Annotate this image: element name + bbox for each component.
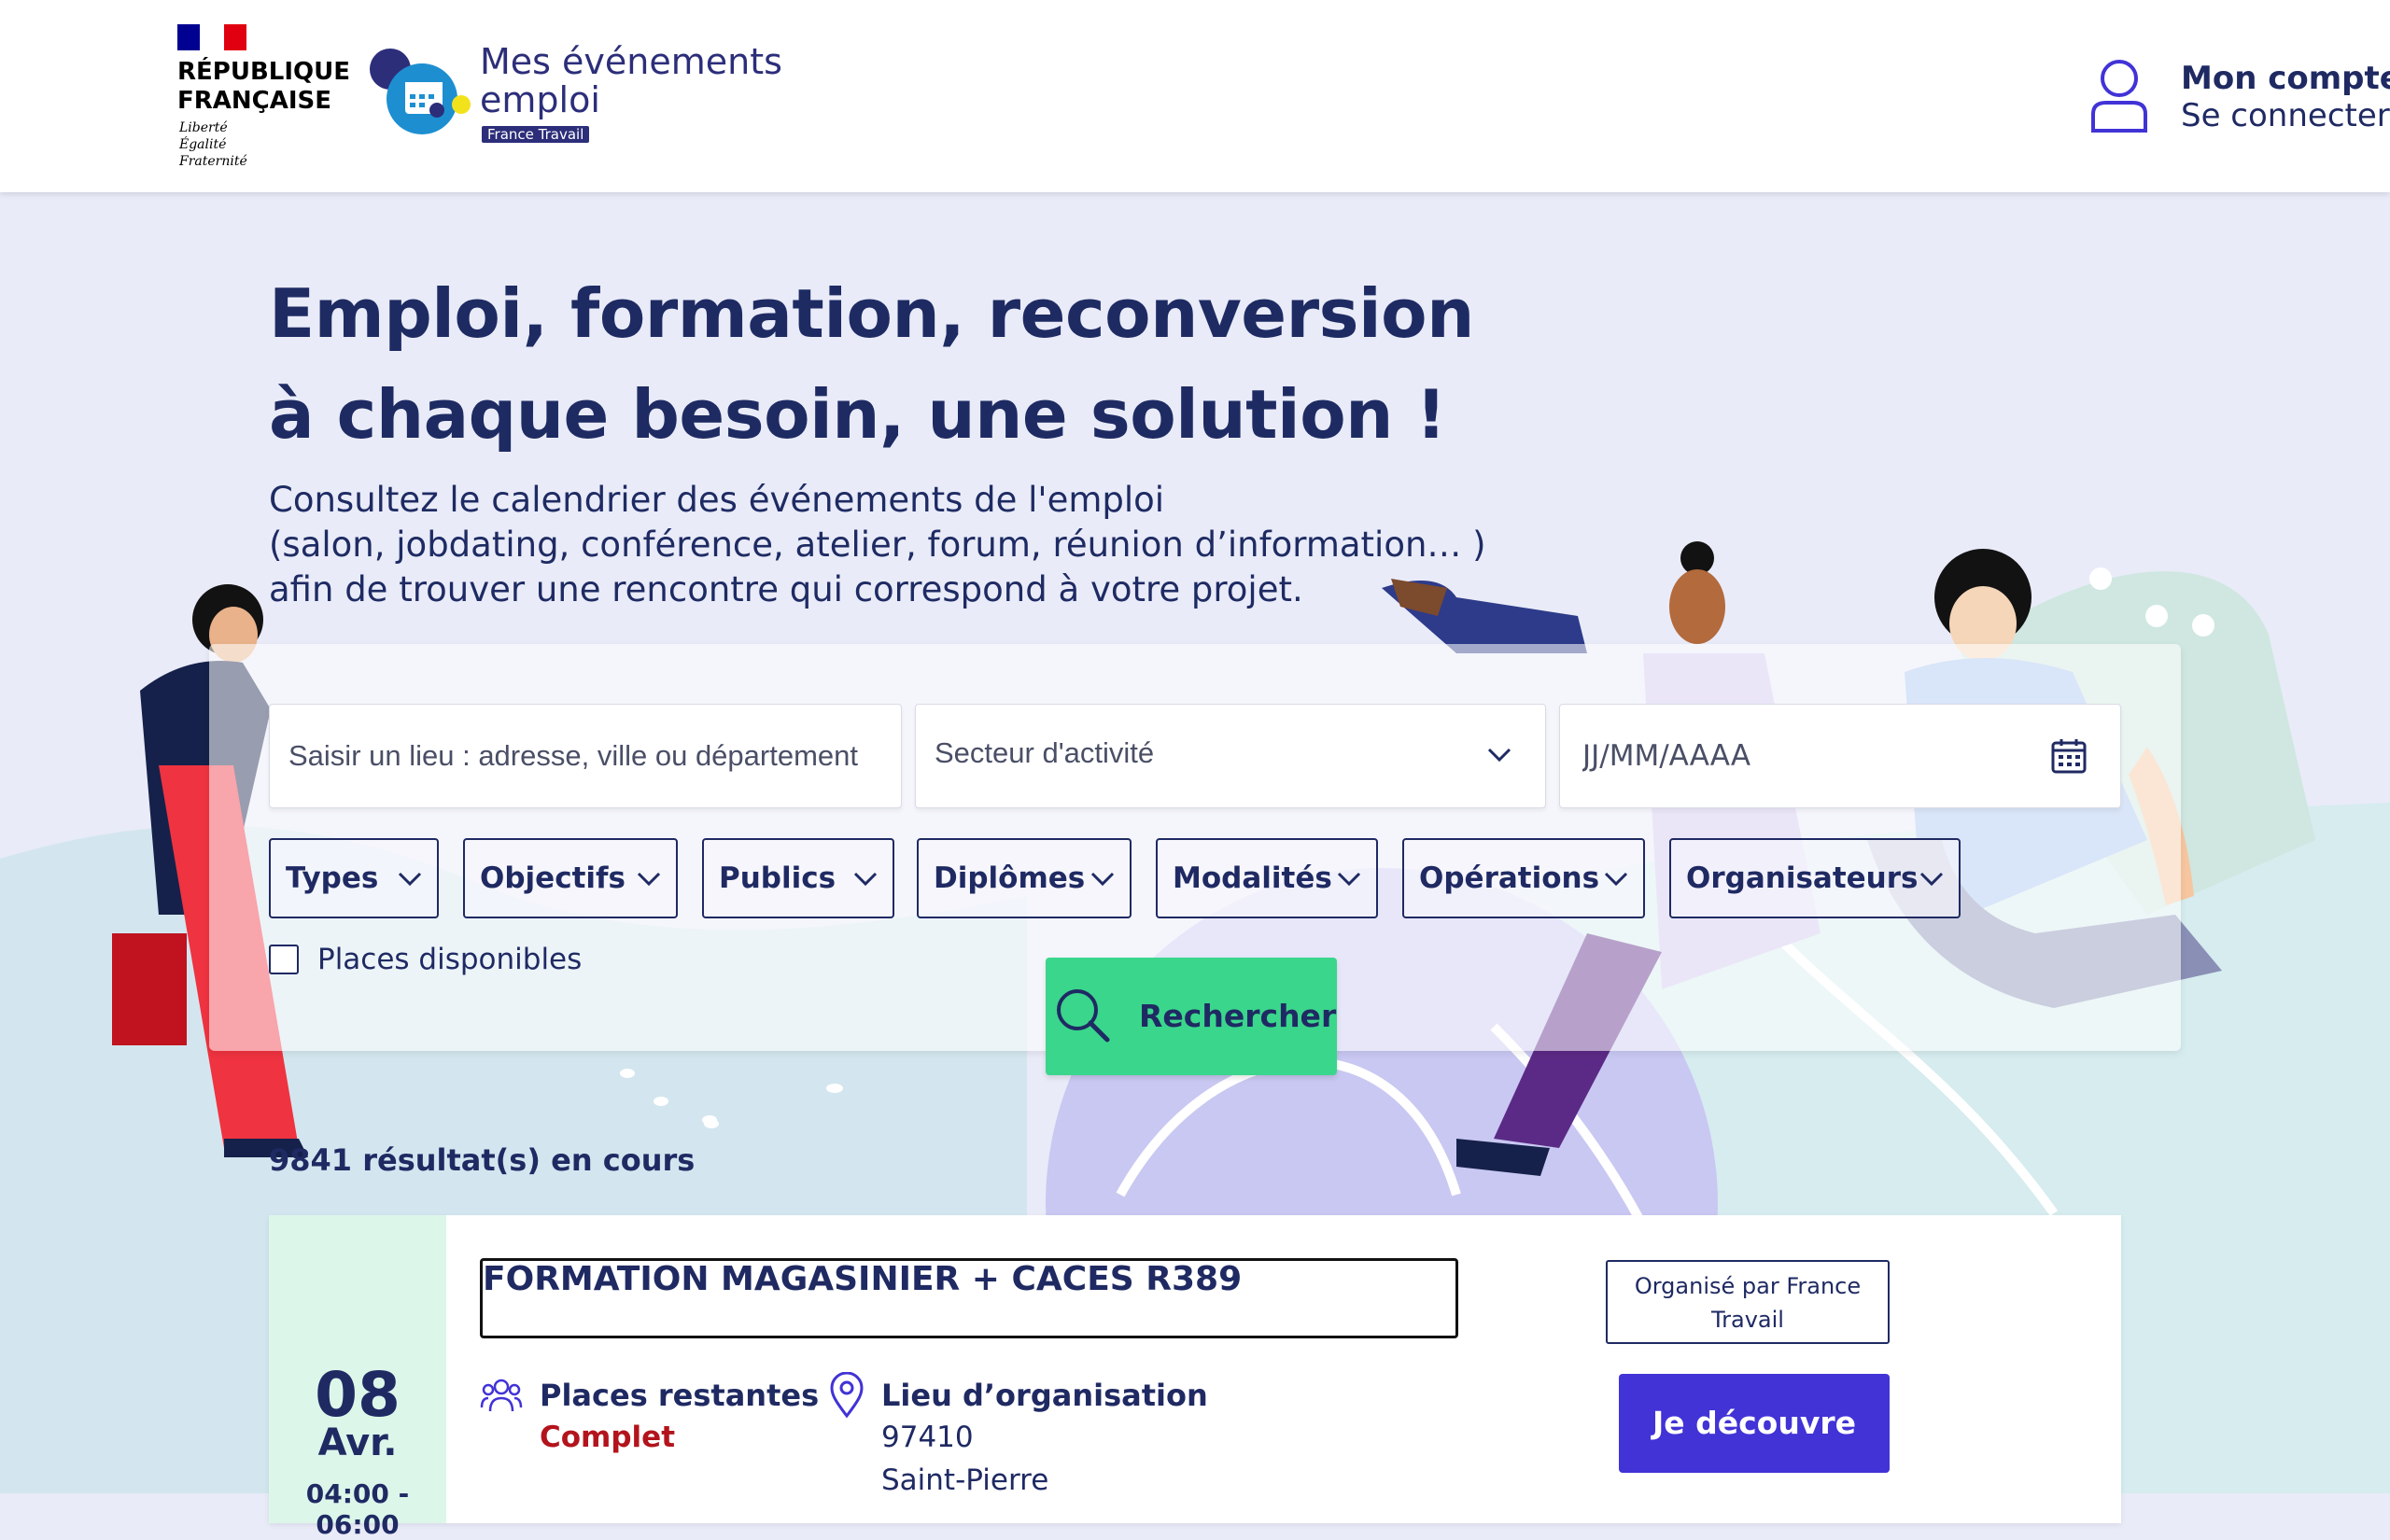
chevron-down-icon [853, 872, 878, 887]
republique-francaise-logo[interactable]: RÉPUBLIQUE FRANÇAISE Liberté Égalité Fra… [177, 24, 350, 174]
event-title: FORMATION MAGASINIER + CACES R389 [483, 1260, 1243, 1298]
filter-operations-label: Opérations [1419, 861, 1600, 895]
filter-types-label: Types [286, 861, 379, 895]
location-field[interactable] [269, 704, 902, 808]
people-group-icon [480, 1379, 523, 1412]
places-disponibles-checkbox[interactable] [269, 945, 299, 974]
filter-operations[interactable]: Opérations [1402, 838, 1645, 918]
devise-text: Liberté Égalité Fraternité [179, 120, 247, 169]
filter-organisateurs-label: Organisateurs [1686, 861, 1919, 895]
location-input[interactable] [270, 705, 901, 807]
hero-description: Consultez le calendrier des événements d… [269, 480, 1486, 609]
places-value: Complet [540, 1421, 676, 1454]
date-field[interactable] [1559, 704, 2121, 808]
filter-objectifs-label: Objectifs [480, 861, 626, 895]
flag-icon [177, 24, 246, 50]
event-time: 04:00 - 06:00 [305, 1478, 410, 1540]
app-name[interactable]: Mes événements emploi [480, 43, 782, 119]
chevron-down-icon [637, 872, 661, 887]
location-title: Lieu d’organisation [881, 1378, 1208, 1413]
event-month: Avr. [317, 1421, 398, 1464]
location-pin-icon [830, 1372, 864, 1419]
location-postal: 97410 [881, 1421, 974, 1454]
chevron-down-icon [398, 872, 422, 887]
filter-diplomes[interactable]: Diplômes [917, 838, 1132, 918]
republique-text: RÉPUBLIQUE FRANÇAISE [177, 58, 350, 115]
chevron-down-icon [1487, 748, 1511, 763]
france-travail-badge: France Travail [482, 126, 590, 143]
hero-title: Emploi, formation, reconversion à chaque… [269, 274, 1474, 454]
filter-publics-label: Publics [719, 861, 836, 895]
event-title-link[interactable]: FORMATION MAGASINIER + CACES R389 [480, 1258, 1458, 1338]
filter-organisateurs[interactable]: Organisateurs [1669, 838, 1961, 918]
site-header: RÉPUBLIQUE FRANÇAISE Liberté Égalité Fra… [0, 0, 2390, 192]
login-link[interactable]: Se connecter [2181, 97, 2390, 134]
filter-publics[interactable]: Publics [702, 838, 894, 918]
organizer-badge: Organisé par France Travail [1606, 1260, 1890, 1344]
search-icon [1057, 989, 1110, 1043]
filter-modalites[interactable]: Modalités [1156, 838, 1378, 918]
event-date-block: 08 Avr. 04:00 - 06:00 [269, 1215, 446, 1540]
places-title: Places restantes [540, 1378, 820, 1413]
filter-modalites-label: Modalités [1173, 861, 1332, 895]
search-button-label: Rechercher [1139, 998, 1337, 1034]
chevron-down-icon [1919, 872, 1944, 887]
discover-button[interactable]: Je découvre [1619, 1374, 1890, 1473]
event-day: 08 [315, 1359, 401, 1431]
places-disponibles-label[interactable]: Places disponibles [317, 943, 582, 976]
location-city: Saint-Pierre [881, 1463, 1049, 1497]
user-icon [2091, 60, 2147, 133]
search-button[interactable]: Rechercher [1046, 958, 1337, 1075]
chevron-down-icon [1090, 872, 1115, 887]
date-input[interactable] [1560, 705, 2120, 807]
chevron-down-icon [1337, 872, 1361, 887]
event-card: 08 Avr. 04:00 - 06:00 FORMATION MAGASINI… [269, 1215, 2121, 1540]
sector-select[interactable]: Secteur d'activité [915, 704, 1546, 808]
calendar-logo-icon [370, 49, 471, 134]
chevron-down-icon [1604, 872, 1628, 887]
filter-objectifs[interactable]: Objectifs [463, 838, 678, 918]
results-count: 9841 résultat(s) en cours [269, 1142, 696, 1178]
filter-types[interactable]: Types [269, 838, 439, 918]
calendar-icon[interactable] [2051, 738, 2087, 774]
filter-diplomes-label: Diplômes [934, 861, 1086, 895]
account-title: Mon compte [2181, 60, 2390, 97]
sector-select-label: Secteur d'activité [935, 736, 1155, 769]
